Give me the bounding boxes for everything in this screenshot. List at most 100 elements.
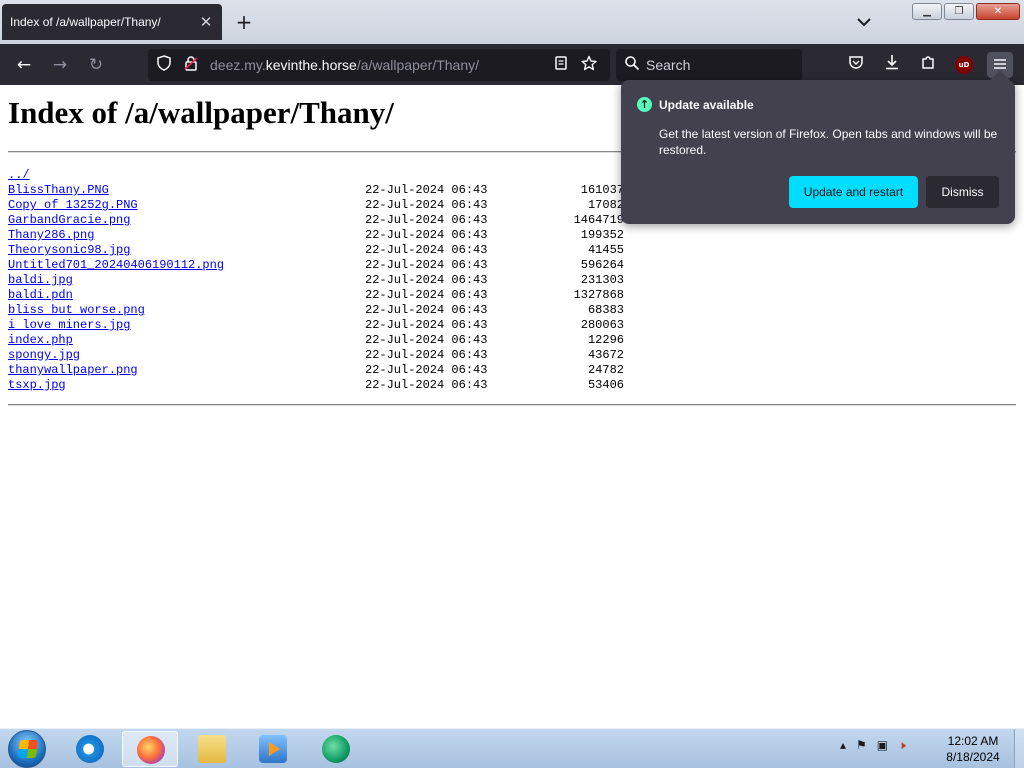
forward-button[interactable]: → (47, 52, 73, 78)
page-heading: Index of /a/wallpaper/Thany/ (8, 95, 394, 130)
file-date: 22-Jul-2024 06:43 (365, 303, 488, 317)
file-size: 1464719 (573, 213, 624, 227)
bottom-divider (8, 404, 1016, 406)
tab-close-icon[interactable]: ✕ (198, 13, 214, 31)
minimize-button[interactable]: ▁ (912, 3, 942, 20)
url-text[interactable]: deez.my.kevinthe.horse/a/wallpaper/Thany… (210, 57, 479, 73)
taskbar-firefox[interactable] (122, 731, 178, 767)
file-link[interactable]: baldi.pdn (8, 288, 73, 302)
taskbar-app[interactable] (308, 731, 364, 767)
app-icon (322, 735, 350, 763)
file-row: thanywallpaper.png 22-Jul-2024 06:43 24782 (8, 363, 628, 378)
file-link[interactable]: Thany286.png (8, 228, 94, 242)
file-link[interactable]: bliss but worse.png (8, 303, 145, 317)
url-path: /a/wallpaper/Thany/ (356, 57, 480, 73)
file-link[interactable]: Copy of 13252g.PNG (8, 198, 138, 212)
file-size: 231303 (580, 273, 624, 287)
search-placeholder: Search (646, 57, 691, 73)
update-available-popup: ↑ Update available Get the latest versio… (621, 70, 1015, 224)
volume-muted-icon[interactable]: 🕨 (898, 738, 906, 753)
file-row: Untitled701_20240406190112.png 22-Jul-202… (8, 258, 628, 273)
file-size: 24782 (587, 363, 624, 377)
update-arrow-icon: ↑ (637, 97, 652, 112)
file-link[interactable]: tsxp.jpg (8, 378, 66, 392)
file-date: 22-Jul-2024 06:43 (365, 243, 488, 257)
parent-directory-link[interactable]: ../ (8, 168, 30, 182)
firefox-icon (137, 736, 165, 764)
taskbar-explorer[interactable] (184, 731, 240, 767)
file-size: 161037 (580, 183, 624, 197)
clock[interactable]: 12:02 AM 8/18/2024 (936, 733, 1010, 765)
close-window-button[interactable]: ✕ (976, 3, 1020, 20)
update-and-restart-button[interactable]: Update and restart (789, 176, 918, 208)
file-link[interactable]: GarbandGracie.png (8, 213, 130, 227)
show-hidden-icons-icon[interactable]: ▴ (840, 738, 846, 753)
file-link[interactable]: index.php (8, 333, 73, 347)
file-size: 280063 (580, 318, 624, 332)
file-row: GarbandGracie.png 22-Jul-2024 06:43 146471… (8, 213, 628, 228)
file-link[interactable]: Theorysonic98.jpg (8, 243, 130, 257)
list-all-tabs-icon[interactable] (852, 12, 876, 32)
file-row: baldi.jpg 22-Jul-2024 06:43 231303 (8, 273, 628, 288)
file-row: baldi.pdn 22-Jul-2024 06:43 1327868 (8, 288, 628, 303)
show-desktop-button[interactable] (1014, 729, 1024, 768)
bookmark-star-icon[interactable] (579, 55, 599, 75)
tracking-protection-shield-icon[interactable] (154, 55, 174, 75)
media-player-icon (259, 735, 287, 763)
file-size: 1327868 (573, 288, 624, 302)
file-date: 22-Jul-2024 06:43 (365, 378, 488, 392)
file-size: 596264 (580, 258, 624, 272)
folder-icon (198, 735, 226, 763)
downloads-icon[interactable] (879, 52, 905, 78)
tab-active[interactable]: Index of /a/wallpaper/Thany/ ✕ (2, 4, 222, 40)
file-size: 17082 (587, 198, 624, 212)
network-icon[interactable]: ▣ (877, 738, 888, 753)
internet-explorer-icon (76, 735, 104, 763)
reload-button[interactable]: ↻ (83, 52, 109, 78)
pocket-icon[interactable] (843, 52, 869, 78)
dismiss-button[interactable]: Dismiss (926, 176, 999, 208)
tab-title: Index of /a/wallpaper/Thany/ (10, 15, 161, 29)
url-bar[interactable]: deez.my.kevinthe.horse/a/wallpaper/Thany… (148, 49, 610, 81)
extensions-puzzle-icon[interactable] (915, 52, 941, 78)
file-date: 22-Jul-2024 06:43 (365, 228, 488, 242)
back-button[interactable]: ← (11, 52, 37, 78)
action-center-flag-icon[interactable]: ⚑ (856, 738, 867, 753)
search-bar[interactable]: Search (616, 49, 802, 81)
file-row: Theorysonic98.jpg 22-Jul-2024 06:43 41455 (8, 243, 628, 258)
file-row: spongy.jpg 22-Jul-2024 06:43 43672 (8, 348, 628, 363)
file-listing: ../ BlissThany.PNG 22-Jul-2024 06:43 16103… (8, 168, 628, 393)
file-date: 22-Jul-2024 06:43 (365, 363, 488, 377)
file-link[interactable]: thanywallpaper.png (8, 363, 138, 377)
file-link[interactable]: Untitled701_20240406190112.png (8, 258, 224, 272)
file-date: 22-Jul-2024 06:43 (365, 198, 488, 212)
taskbar-internet-explorer[interactable] (62, 731, 118, 767)
system-tray: ▴ ⚑ ▣ 🕨 (840, 738, 906, 753)
file-row: Thany286.png 22-Jul-2024 06:43 199352 (8, 228, 628, 243)
maximize-button[interactable]: ❐ (944, 3, 974, 20)
search-icon (624, 55, 640, 75)
file-size: 12296 (587, 333, 624, 347)
clock-date: 8/18/2024 (946, 750, 1000, 764)
file-link[interactable]: baldi.jpg (8, 273, 73, 287)
file-row: i love miners.jpg 22-Jul-2024 06:43 280063 (8, 318, 628, 333)
file-date: 22-Jul-2024 06:43 (365, 318, 488, 332)
insecure-lock-icon[interactable] (181, 55, 201, 75)
file-date: 22-Jul-2024 06:43 (365, 348, 488, 362)
file-date: 22-Jul-2024 06:43 (365, 333, 488, 347)
taskbar: ▴ ⚑ ▣ 🕨 12:02 AM 8/18/2024 (0, 728, 1024, 768)
file-link[interactable]: BlissThany.PNG (8, 183, 109, 197)
new-tab-icon[interactable]: + (232, 10, 256, 34)
file-link[interactable]: spongy.jpg (8, 348, 80, 362)
popup-body: Get the latest version of Firefox. Open … (659, 127, 998, 157)
ublock-origin-icon[interactable]: uD (955, 56, 973, 74)
parent-directory-row: ../ (8, 168, 628, 183)
start-button[interactable] (8, 730, 46, 768)
taskbar-media-player[interactable] (245, 731, 301, 767)
url-prefix: deez.my. (210, 57, 266, 73)
url-host: kevinthe.horse (265, 57, 357, 73)
clock-time: 12:02 AM (947, 734, 999, 748)
file-link[interactable]: i love miners.jpg (8, 318, 130, 332)
reader-view-icon[interactable] (551, 55, 571, 75)
file-size: 68383 (587, 303, 624, 317)
